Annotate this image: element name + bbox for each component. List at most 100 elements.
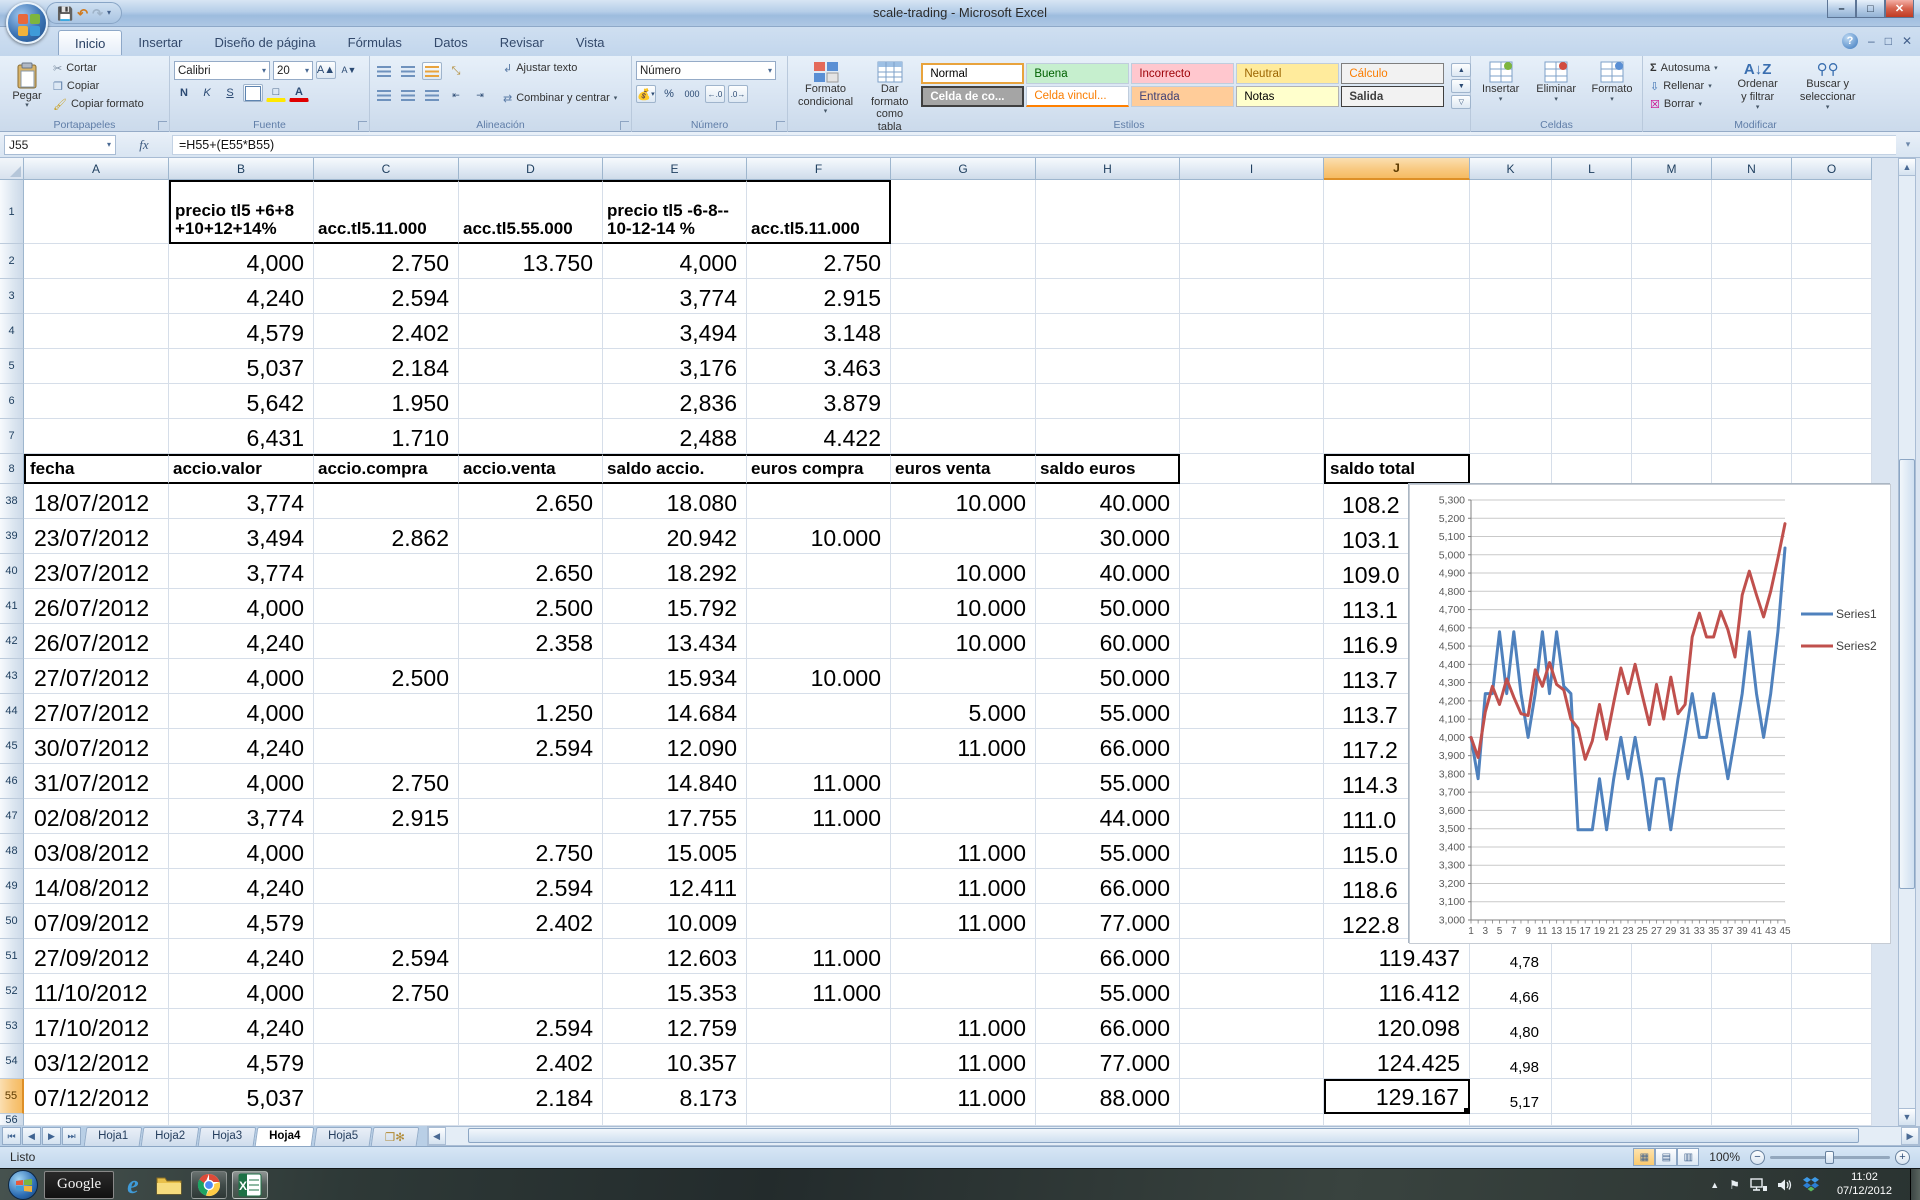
- row-header-48[interactable]: 48: [0, 834, 24, 869]
- cell-A1[interactable]: [24, 180, 169, 244]
- cell-O8[interactable]: [1792, 454, 1872, 484]
- cell-C40[interactable]: [314, 554, 459, 589]
- cell-O3[interactable]: [1792, 279, 1872, 314]
- cell-D8[interactable]: accio.venta: [459, 454, 603, 484]
- cell-I5[interactable]: [1180, 349, 1324, 384]
- cell-F38[interactable]: [747, 484, 891, 519]
- cell-G8[interactable]: euros venta: [891, 454, 1036, 484]
- vertical-scrollbar[interactable]: ▲ ▼: [1898, 158, 1916, 1126]
- cell-A53[interactable]: 17/10/2012: [24, 1009, 169, 1044]
- cell-A3[interactable]: [24, 279, 169, 314]
- cell-G2[interactable]: [891, 244, 1036, 279]
- decrease-indent-button[interactable]: ⇤: [446, 86, 466, 104]
- hidden-icons-arrow[interactable]: ▲: [1710, 1180, 1719, 1190]
- cell-K7[interactable]: [1470, 419, 1552, 454]
- column-header-C[interactable]: C: [314, 158, 459, 180]
- cell-D45[interactable]: 2.594: [459, 729, 603, 764]
- alignment-dialog-launcher[interactable]: [620, 121, 629, 130]
- cell-C56[interactable]: [314, 1114, 459, 1126]
- cell-D51[interactable]: [459, 939, 603, 974]
- cell-B48[interactable]: 4,000: [169, 834, 314, 869]
- cell-I46[interactable]: [1180, 764, 1324, 799]
- cell-F51[interactable]: 11.000: [747, 939, 891, 974]
- cell-H47[interactable]: 44.000: [1036, 799, 1180, 834]
- copy-button[interactable]: ❐Copiar: [50, 77, 147, 95]
- column-header-M[interactable]: M: [1632, 158, 1712, 180]
- cell-C55[interactable]: [314, 1079, 459, 1114]
- show-desktop-button[interactable]: [1910, 1169, 1920, 1200]
- cell-C45[interactable]: [314, 729, 459, 764]
- cell-B56[interactable]: [169, 1114, 314, 1126]
- cell-H44[interactable]: 55.000: [1036, 694, 1180, 729]
- cell-I48[interactable]: [1180, 834, 1324, 869]
- cell-E40[interactable]: 18.292: [603, 554, 747, 589]
- cell-E49[interactable]: 12.411: [603, 869, 747, 904]
- cell-O7[interactable]: [1792, 419, 1872, 454]
- row-header-4[interactable]: 4: [0, 314, 24, 349]
- cell-H54[interactable]: 77.000: [1036, 1044, 1180, 1079]
- percent-style-button[interactable]: %: [659, 85, 679, 103]
- align-left-button[interactable]: [374, 86, 394, 104]
- internet-explorer-icon[interactable]: e: [119, 1171, 147, 1199]
- cell-K8[interactable]: [1470, 454, 1552, 484]
- cell-A46[interactable]: 31/07/2012: [24, 764, 169, 799]
- cell-L7[interactable]: [1552, 419, 1632, 454]
- cell-A2[interactable]: [24, 244, 169, 279]
- cell-J1[interactable]: [1324, 180, 1470, 244]
- file-explorer-icon[interactable]: [152, 1171, 186, 1199]
- cell-G1[interactable]: [891, 180, 1036, 244]
- cell-D43[interactable]: [459, 659, 603, 694]
- cell-B5[interactable]: 5,037: [169, 349, 314, 384]
- name-box[interactable]: J55▾: [4, 135, 116, 155]
- cell-E52[interactable]: 15.353: [603, 974, 747, 1009]
- cell-K2[interactable]: [1470, 244, 1552, 279]
- cell-F48[interactable]: [747, 834, 891, 869]
- cell-C49[interactable]: [314, 869, 459, 904]
- cell-H4[interactable]: [1036, 314, 1180, 349]
- row-header-41[interactable]: 41: [0, 589, 24, 624]
- formula-input[interactable]: =H55+(E55*B55): [172, 135, 1896, 155]
- cell-L54[interactable]: [1552, 1044, 1632, 1079]
- cell-B42[interactable]: 4,240: [169, 624, 314, 659]
- cell-A8[interactable]: fecha: [24, 454, 169, 484]
- cell-E50[interactable]: 10.009: [603, 904, 747, 939]
- cell-I45[interactable]: [1180, 729, 1324, 764]
- cell-D55[interactable]: 2.184: [459, 1079, 603, 1114]
- cell-H1[interactable]: [1036, 180, 1180, 244]
- clear-button[interactable]: ☒Borrar▾: [1647, 95, 1721, 113]
- cell-B2[interactable]: 4,000: [169, 244, 314, 279]
- row-header-45[interactable]: 45: [0, 729, 24, 764]
- cut-button[interactable]: ✂Cortar: [50, 59, 147, 77]
- cell-D54[interactable]: 2.402: [459, 1044, 603, 1079]
- zoom-out-icon[interactable]: −: [1750, 1150, 1765, 1165]
- cell-B41[interactable]: 4,000: [169, 589, 314, 624]
- formato-cells-button[interactable]: Formato▾: [1586, 59, 1638, 106]
- taskbar-clock[interactable]: 11:02 07/12/2012: [1837, 1171, 1892, 1199]
- column-header-B[interactable]: B: [169, 158, 314, 180]
- cell-D41[interactable]: 2.500: [459, 589, 603, 624]
- cell-H40[interactable]: 40.000: [1036, 554, 1180, 589]
- expand-formula-bar-icon[interactable]: ▾: [1896, 139, 1920, 150]
- row-header-3[interactable]: 3: [0, 279, 24, 314]
- cell-H38[interactable]: 40.000: [1036, 484, 1180, 519]
- column-header-F[interactable]: F: [747, 158, 891, 180]
- cell-G47[interactable]: [891, 799, 1036, 834]
- cell-B43[interactable]: 4,000: [169, 659, 314, 694]
- row-header-47[interactable]: 47: [0, 799, 24, 834]
- cell-D52[interactable]: [459, 974, 603, 1009]
- font-color-button[interactable]: A: [289, 84, 309, 102]
- cell-F46[interactable]: 11.000: [747, 764, 891, 799]
- cell-F43[interactable]: 10.000: [747, 659, 891, 694]
- cell-H7[interactable]: [1036, 419, 1180, 454]
- cell-C8[interactable]: accio.compra: [314, 454, 459, 484]
- row-header-39[interactable]: 39: [0, 519, 24, 554]
- cell-C4[interactable]: 2.402: [314, 314, 459, 349]
- cell-I38[interactable]: [1180, 484, 1324, 519]
- cell-F7[interactable]: 4.422: [747, 419, 891, 454]
- cell-N56[interactable]: [1712, 1114, 1792, 1126]
- cell-style-incorrecto[interactable]: Incorrecto: [1131, 63, 1234, 84]
- column-header-D[interactable]: D: [459, 158, 603, 180]
- format-painter-button[interactable]: 🖌Copiar formato: [50, 95, 147, 113]
- cell-D6[interactable]: [459, 384, 603, 419]
- orientation-button[interactable]: ⤡: [446, 62, 466, 80]
